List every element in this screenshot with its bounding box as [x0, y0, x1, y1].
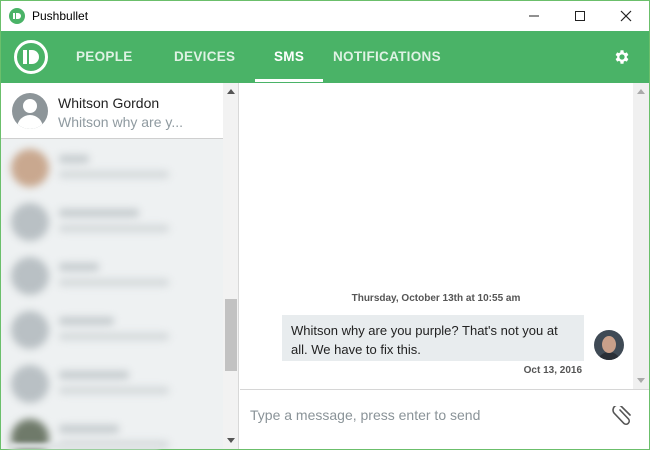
- list-item[interactable]: [1, 141, 223, 195]
- blurred-footer-text: [9, 443, 159, 449]
- window-title: Pushbullet: [32, 9, 89, 23]
- maximize-icon: [575, 11, 585, 21]
- contact-sidebar: Whitson Gordon Whitson why are y...: [1, 83, 239, 449]
- minimize-button[interactable]: [511, 1, 557, 31]
- list-item[interactable]: [1, 249, 223, 303]
- avatar: [12, 93, 48, 129]
- pushbullet-logo-icon[interactable]: [14, 40, 48, 74]
- pushbullet-logo-icon: [9, 8, 25, 24]
- tab-sms[interactable]: SMS: [274, 31, 304, 83]
- sidebar-scrollbar[interactable]: [223, 83, 238, 449]
- list-item[interactable]: [1, 357, 223, 411]
- maximize-button[interactable]: [557, 1, 603, 31]
- top-nav: PEOPLE DEVICES SMS NOTIFICATIONS: [1, 31, 649, 83]
- gear-icon[interactable]: [613, 48, 631, 66]
- message-input[interactable]: [250, 404, 600, 426]
- list-item[interactable]: [1, 303, 223, 357]
- title-bar: Pushbullet: [1, 1, 649, 31]
- tab-devices[interactable]: DEVICES: [174, 31, 235, 83]
- list-item[interactable]: [1, 195, 223, 249]
- close-button[interactable]: [603, 1, 649, 31]
- contact-preview: Whitson why are y...: [58, 114, 184, 130]
- scroll-up-icon[interactable]: [227, 89, 235, 94]
- paperclip-icon[interactable]: [612, 406, 636, 426]
- scroll-down-icon[interactable]: [637, 378, 645, 383]
- close-icon: [620, 10, 632, 22]
- message-bubble: Whitson why are you purple? That's not y…: [282, 315, 584, 361]
- window-controls: [511, 1, 649, 31]
- message-date: Oct 13, 2016: [523, 365, 582, 376]
- chat-panel: Thursday, October 13th at 10:55 am Whits…: [240, 83, 649, 389]
- scroll-up-icon[interactable]: [637, 89, 645, 94]
- minimize-icon: [529, 15, 539, 17]
- avatar: [594, 330, 624, 360]
- app-window: Pushbullet PEOPLE DEVICES SMS NOTIFICATI…: [0, 0, 650, 450]
- message-composer: [240, 389, 649, 449]
- tab-people[interactable]: PEOPLE: [76, 31, 133, 83]
- contact-item-active[interactable]: Whitson Gordon Whitson why are y...: [1, 83, 223, 139]
- scrollbar-thumb[interactable]: [225, 299, 237, 371]
- scroll-down-icon[interactable]: [227, 438, 235, 443]
- tab-notifications[interactable]: NOTIFICATIONS: [333, 31, 441, 83]
- active-tab-indicator: [255, 79, 323, 82]
- chat-scrollbar[interactable]: [633, 83, 649, 389]
- contact-name: Whitson Gordon: [58, 95, 160, 111]
- blurred-contact-list: [1, 141, 223, 449]
- chat-date-header: Thursday, October 13th at 10:55 am: [351, 293, 521, 304]
